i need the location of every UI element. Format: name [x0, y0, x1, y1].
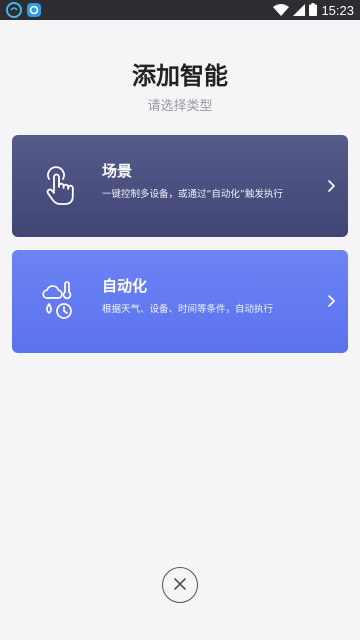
battery-icon [309, 1, 318, 20]
status-icons: 15:23 [273, 0, 354, 20]
scene-card-title: 场景 [102, 162, 133, 180]
app-notification-icon [6, 2, 22, 18]
scene-card-description: 一键控制多设备，或通过“自动化”触发执行 [102, 189, 283, 200]
chevron-right-icon [326, 178, 338, 194]
close-icon [173, 576, 187, 595]
page-title: 添加智能 [132, 62, 228, 90]
chevron-right-icon [326, 293, 338, 309]
close-button[interactable] [162, 567, 198, 603]
status-time: 15:23 [321, 2, 354, 18]
automation-card-description: 根据天气、设备、时间等条件，自动执行 [102, 304, 274, 315]
wifi-icon [273, 1, 290, 20]
automation-card[interactable]: 自动化 根据天气、设备、时间等条件，自动执行 [12, 250, 348, 353]
scene-card[interactable]: 场景 一键控制多设备，或通过“自动化”触发执行 [12, 135, 348, 237]
app-notification-icon-2 [26, 2, 42, 18]
automation-card-title: 自动化 [102, 277, 148, 295]
tap-hand-icon [40, 165, 80, 207]
notification-icons [6, 2, 42, 18]
weather-clock-icon [40, 280, 80, 322]
page-subtitle: 请选择类型 [147, 99, 213, 114]
signal-icon [293, 1, 306, 20]
status-bar: 15:23 [0, 0, 360, 20]
